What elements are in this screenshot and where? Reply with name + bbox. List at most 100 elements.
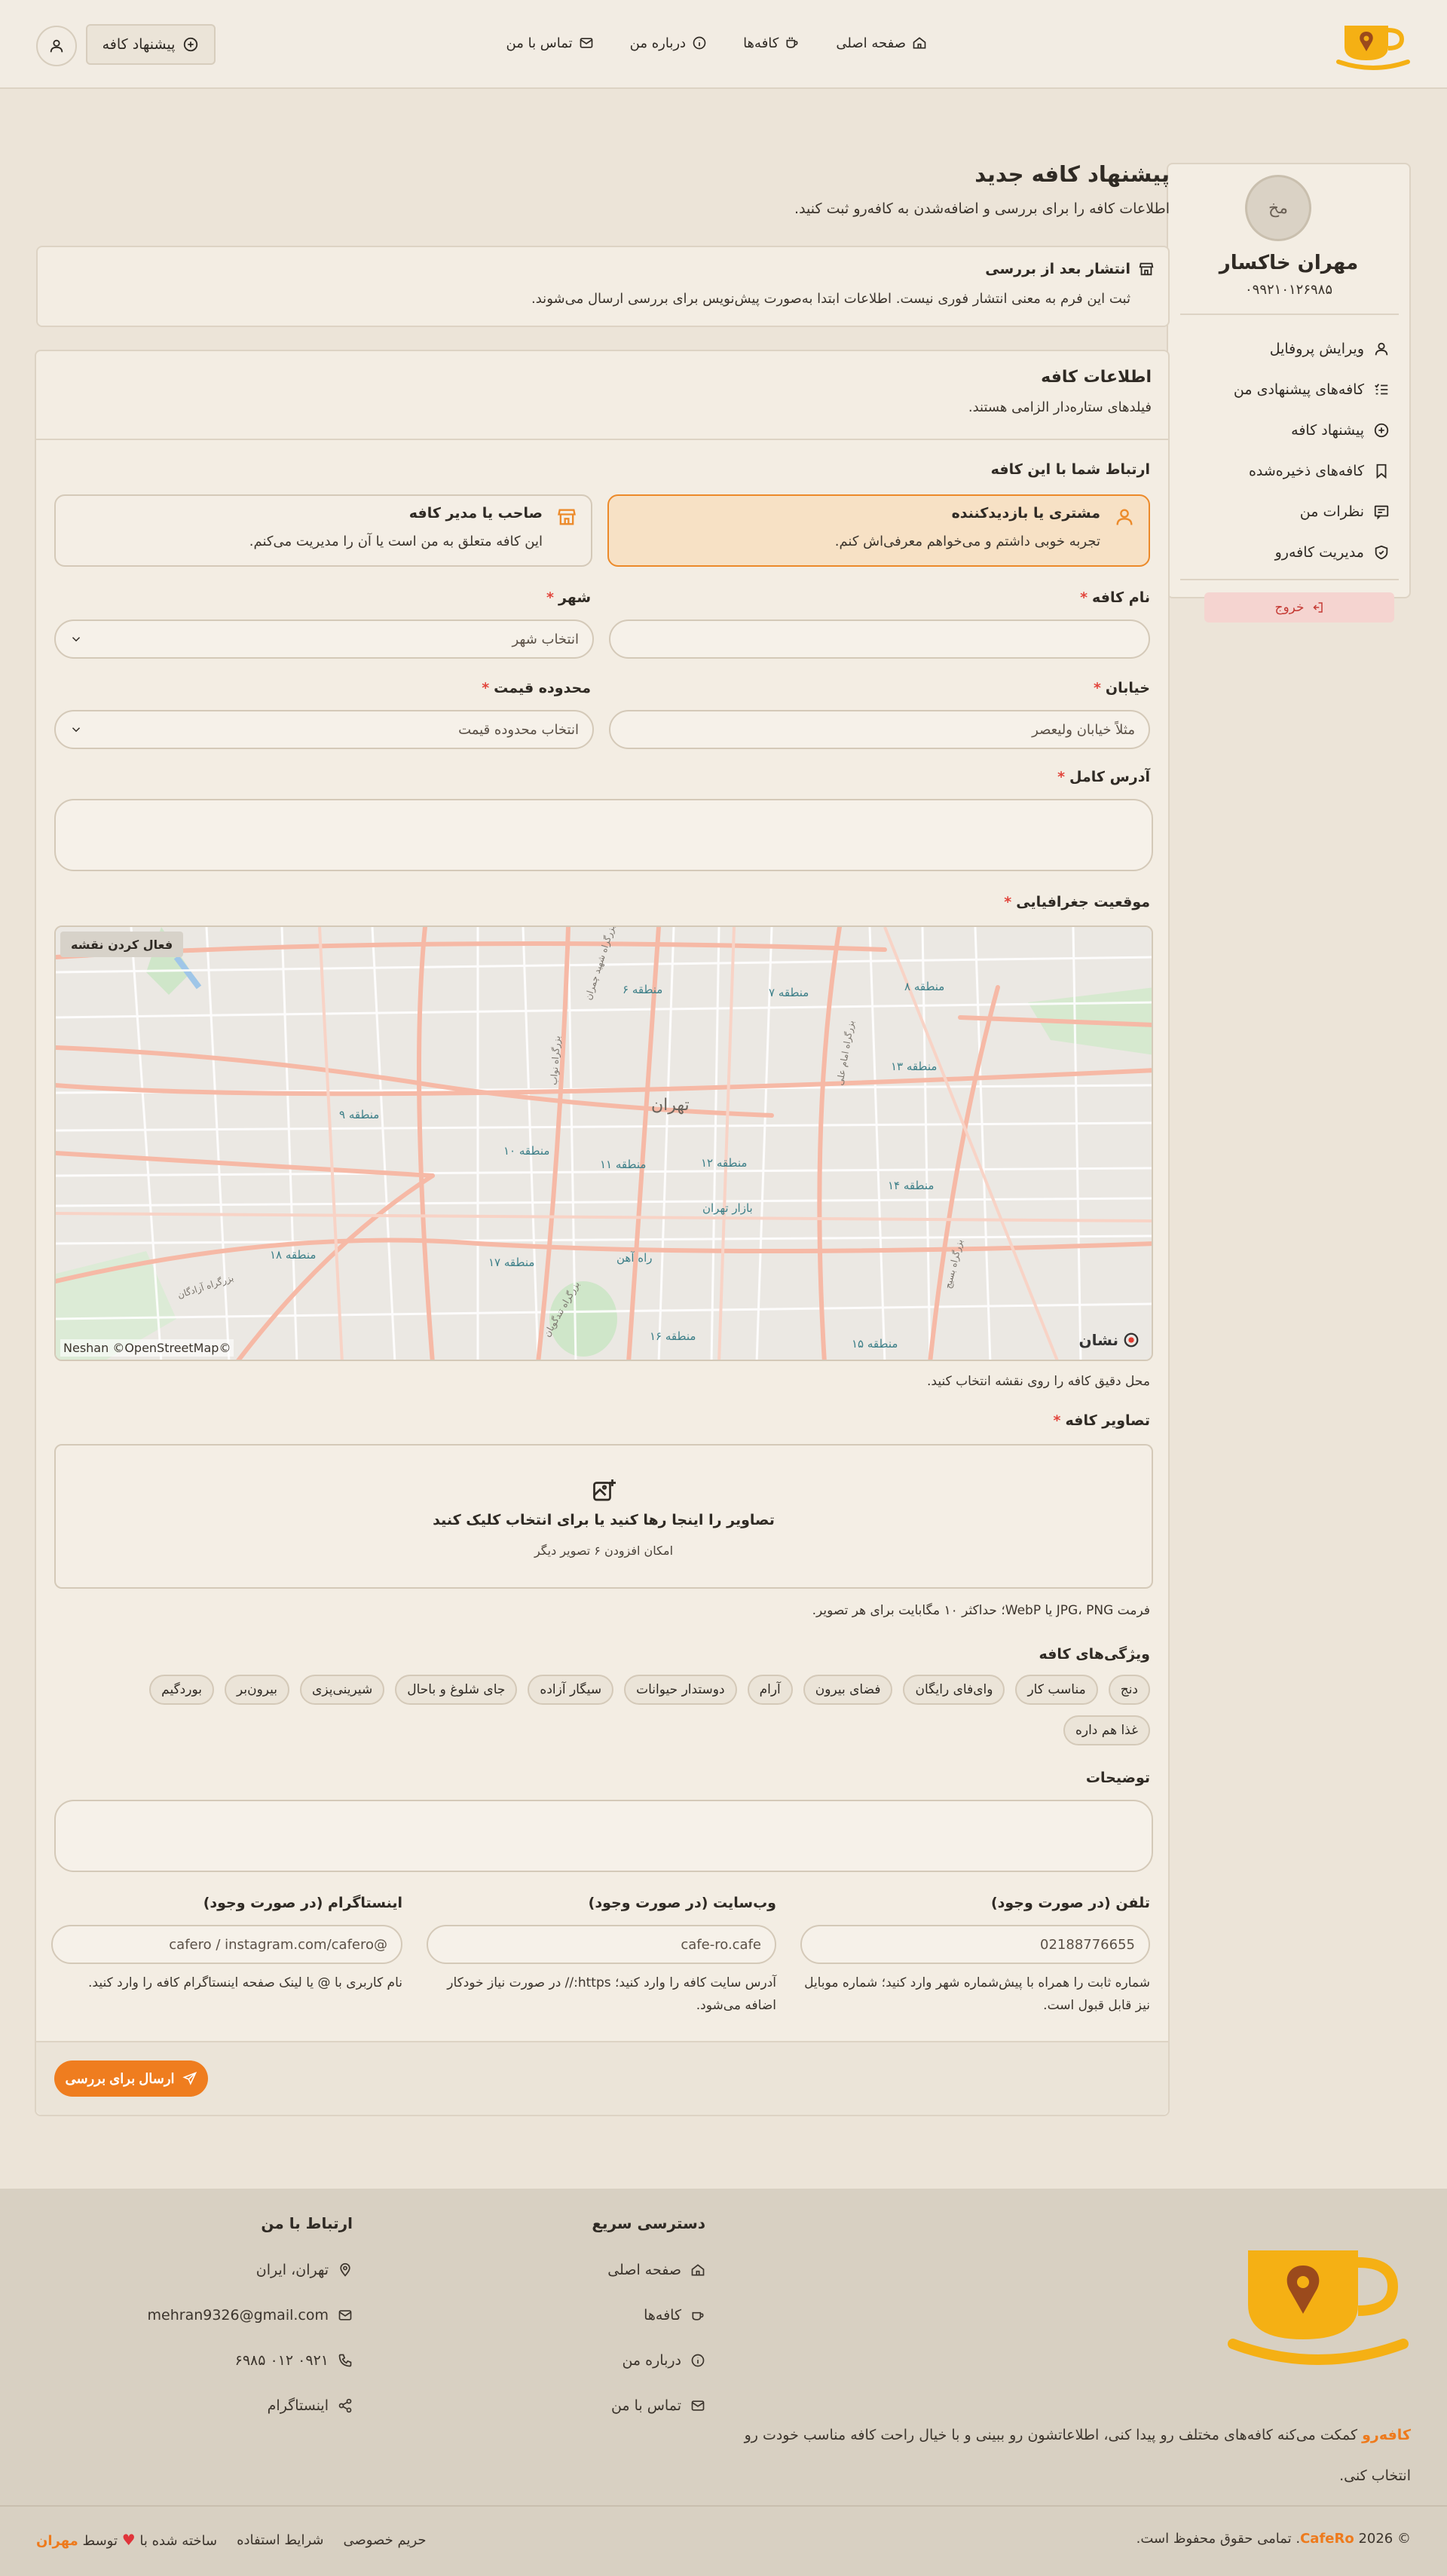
cafe-name-input[interactable] <box>609 620 1150 659</box>
contact-list: تهران، ایران mehran9326@gmail.com ۰۹۲۱ ۰… <box>127 2247 353 2428</box>
map-attribution[interactable]: ©Neshan ©OpenStreetMap <box>60 1339 234 1357</box>
privacy-link[interactable]: حریم خصوصی <box>343 2532 426 2548</box>
nav-home[interactable]: صفحه اصلی <box>836 35 927 51</box>
home-icon <box>691 2264 705 2276</box>
images-label-text: تصاویر کافه <box>1065 1412 1150 1429</box>
user-icon <box>1375 342 1388 356</box>
feature-chip[interactable]: مناسب کار <box>1015 1675 1098 1705</box>
footer-description-text: کمکت می‌کنه کافه‌های مختلف رو پیدا کنی، … <box>744 2427 1411 2484</box>
suggest-cafe-button[interactable]: پیشنهاد کافه <box>86 24 216 65</box>
address-textarea[interactable] <box>54 799 1153 871</box>
plus-circle-icon <box>1374 423 1389 438</box>
terms-link[interactable]: شرایط استفاده <box>237 2532 323 2548</box>
store-icon <box>1139 262 1154 276</box>
contact-location-text: تهران، ایران <box>255 2262 329 2278</box>
image-dropzone[interactable]: تصاویر را اینجا رها کنید یا برای انتخاب … <box>54 1444 1153 1589</box>
instagram-label: اینستاگرام (در صورت وجود) <box>203 1895 402 1911</box>
location-label-text: موقعیت جغرافیایی <box>1016 894 1150 910</box>
cafero-logo[interactable] <box>1225 2232 1411 2368</box>
profile-name: مهران خاکسار <box>1219 252 1359 274</box>
submit-for-review-button[interactable]: ارسال برای بررسی <box>54 2060 208 2097</box>
required-star: * <box>546 589 554 606</box>
divider <box>36 439 1168 440</box>
chevron-down-icon <box>72 637 81 642</box>
sidebar-item-edit-profile[interactable]: ویرایش پروفایل <box>1180 329 1399 369</box>
footer-link-about[interactable]: درباره من <box>540 2338 705 2383</box>
street-input[interactable]: مثلاً خیابان ولیعصر <box>609 710 1150 749</box>
footer-link-label: کافه‌ها <box>644 2307 681 2324</box>
map-area-label: راه آهن <box>616 1251 653 1265</box>
price-range-label-text: محدوده قیمت <box>494 680 591 696</box>
sidebar-item-my-suggestions[interactable]: کافه‌های پیشنهادی من <box>1180 369 1399 410</box>
feature-chip[interactable]: دنج <box>1108 1675 1150 1705</box>
city-select[interactable]: انتخاب شهر <box>54 620 594 659</box>
shield-icon <box>1375 545 1388 560</box>
location-map[interactable]: فعال کردن نقشه تهران منطقه ۶ منطقه ۷ منط… <box>54 925 1153 1361</box>
feature-chip[interactable]: آرام <box>747 1675 793 1705</box>
phone-input[interactable]: 02188776655 <box>800 1925 1150 1964</box>
footer-link-contact[interactable]: تماس با من <box>540 2383 705 2428</box>
price-range-label: محدوده قیمت* <box>482 680 591 696</box>
instagram-help-text: نام کاربری با @ یا لینک صفحه اینستاگرام … <box>88 1975 402 1990</box>
nav-home-label: صفحه اصلی <box>836 35 906 51</box>
profile-sidebar: مخ مهران خاکسار ۰۹۹۲۱۰۱۲۶۹۸۵ ویرایش پروف… <box>1167 163 1411 623</box>
nav-cafes-label: کافه‌ها <box>743 35 779 51</box>
phone-icon <box>338 2354 352 2367</box>
author-link[interactable]: مهران <box>36 2533 78 2549</box>
feature-chip[interactable]: بیرون‌بر <box>224 1675 290 1705</box>
feature-chip[interactable]: دوستدار حیوانات <box>624 1675 737 1705</box>
website-input[interactable]: cafe-ro.cafe <box>427 1925 776 1964</box>
feature-chip[interactable]: سیگار آزاده <box>528 1675 614 1705</box>
description-textarea[interactable] <box>54 1800 1153 1872</box>
nav-cafes[interactable]: کافه‌ها <box>743 35 800 51</box>
top-navbar: صفحه اصلی کافه‌ها درباره من تماس با من پ… <box>0 0 1447 89</box>
relation-option-title: مشتری یا بازدیدکننده <box>951 505 1100 522</box>
user-menu-button[interactable] <box>36 26 77 66</box>
sidebar-item-admin[interactable]: مدیریت کافه‌رو <box>1180 532 1399 573</box>
contact-email[interactable]: mehran9326@gmail.com <box>127 2293 353 2338</box>
address-label: آدرس کامل* <box>1057 769 1150 785</box>
feature-chip[interactable]: فضای بیرون <box>803 1675 893 1705</box>
sidebar-item-saved-cafes[interactable]: کافه‌های ذخیره‌شده <box>1180 451 1399 491</box>
divider <box>1180 314 1399 315</box>
contact-email-text: mehran9326@gmail.com <box>147 2307 329 2324</box>
feature-chip[interactable]: وای‌فای رایگان <box>903 1675 1005 1705</box>
city-label-text: شهر <box>558 589 591 606</box>
quick-links-title: دسترسی سریع <box>592 2214 705 2232</box>
nav-contact-label: تماس با من <box>506 35 573 51</box>
made-with-text: ساخته شده با <box>139 2533 218 2549</box>
notice-text: ثبت این فرم به معنی انتشار فوری نیست. اط… <box>531 291 1130 307</box>
phone-placeholder: 02188776655 <box>1040 1936 1135 1953</box>
sidebar-item-label: کافه‌های ذخیره‌شده <box>1248 463 1364 479</box>
sidebar-item-suggest-cafe[interactable]: پیشنهاد کافه <box>1180 410 1399 451</box>
site-footer: کافه‌رو کمکت می‌کنه کافه‌های مختلف رو پی… <box>0 2189 1447 2576</box>
feature-chip[interactable]: جای شلوغ و باحال <box>395 1675 518 1705</box>
user-icon <box>50 39 63 53</box>
feature-chip[interactable]: غذا هم داره <box>1063 1715 1150 1745</box>
price-range-select[interactable]: انتخاب محدوده قیمت <box>54 710 594 749</box>
relation-option-customer[interactable]: مشتری یا بازدیدکننده تجربه خوبی داشتم و … <box>607 494 1150 567</box>
nav-about[interactable]: درباره من <box>630 35 707 51</box>
nav-contact[interactable]: تماس با من <box>506 35 594 51</box>
cafero-logo[interactable] <box>1335 18 1411 71</box>
sidebar-item-my-reviews[interactable]: نظرات من <box>1180 491 1399 532</box>
feature-chip[interactable]: شیرینی‌پزی <box>300 1675 385 1705</box>
copyright-pre: © 2026 <box>1354 2531 1411 2547</box>
city-label: شهر* <box>546 589 591 606</box>
map-provider-logo: نشان <box>1079 1331 1140 1349</box>
website-placeholder: cafe-ro.cafe <box>681 1936 761 1953</box>
feature-chip[interactable]: بوردگیم <box>149 1675 214 1705</box>
street-label-text: خیابان <box>1105 680 1150 696</box>
map-activate-button[interactable]: فعال کردن نقشه <box>60 932 184 957</box>
notice-title-text: انتشار بعد از بررسی <box>985 261 1130 277</box>
contact-phone[interactable]: ۰۹۲۱ ۰۱۲ ۶۹۸۵ <box>127 2338 353 2383</box>
instagram-input[interactable]: @cafero / instagram.com/cafero <box>51 1925 402 1964</box>
required-star: * <box>1053 1412 1061 1429</box>
footer-link-label: تماس با من <box>610 2397 681 2414</box>
footer-link-home[interactable]: صفحه اصلی <box>540 2247 705 2293</box>
logout-button[interactable]: خروج <box>1204 592 1394 623</box>
bookmark-icon <box>1376 463 1387 479</box>
contact-instagram[interactable]: اینستاگرام <box>127 2383 353 2428</box>
relation-option-owner[interactable]: صاحب یا مدیر کافه این کافه متعلق به من ا… <box>54 494 592 567</box>
footer-link-cafes[interactable]: کافه‌ها <box>540 2293 705 2338</box>
